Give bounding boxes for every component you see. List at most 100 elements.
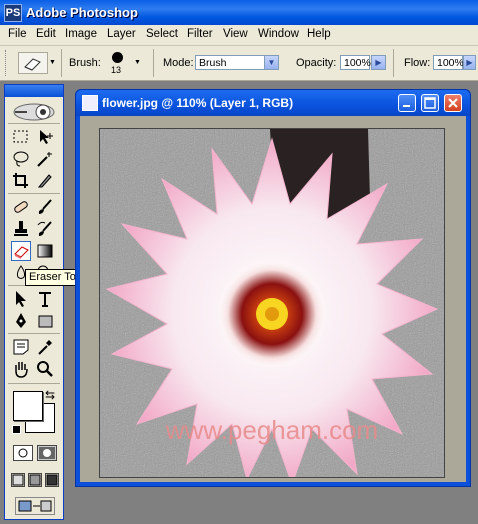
screen-full-icon (46, 474, 58, 486)
note-icon (13, 339, 29, 355)
stamp-icon (14, 221, 28, 236)
magnifier-icon (37, 361, 53, 377)
lasso-tool[interactable] (11, 149, 31, 169)
document-title: flower.jpg @ 110% (Layer 1, RGB) (102, 96, 294, 110)
marquee-tool[interactable] (11, 127, 31, 147)
hand-tool[interactable] (11, 359, 31, 379)
crop-tool[interactable] (11, 171, 31, 191)
maximize-button[interactable] (421, 94, 439, 112)
toolbox-divider (8, 123, 60, 124)
type-icon (39, 292, 51, 307)
toolbox-divider (8, 333, 60, 334)
brush-tip-icon[interactable] (112, 52, 123, 63)
options-bar: ▼ Brush: 13 ▼ Mode: Brush ▼ Opacity: 100… (0, 46, 478, 81)
history-brush-icon (37, 221, 52, 236)
gradient-tool[interactable] (35, 241, 55, 261)
menu-help[interactable]: Help (307, 28, 331, 40)
pen-tool[interactable] (11, 311, 31, 331)
menu-image[interactable]: Image (65, 28, 97, 40)
foreground-color-swatch[interactable] (13, 391, 43, 421)
menu-select[interactable]: Select (146, 28, 178, 40)
magic-wand-tool[interactable] (35, 149, 55, 169)
eye-logo-icon[interactable] (11, 101, 57, 123)
zoom-tool[interactable] (35, 359, 55, 379)
preset-arrow-icon[interactable]: ▼ (49, 59, 56, 66)
flow-input[interactable]: 100% (433, 55, 464, 70)
quick-mask-button[interactable] (37, 445, 57, 461)
menu-bar: File Edit Image Layer Select Filter View… (0, 25, 478, 46)
brush-size: 13 (111, 65, 122, 75)
maximize-icon (424, 97, 436, 109)
move-tool[interactable] (35, 127, 55, 147)
type-tool[interactable] (35, 289, 55, 309)
opacity-slider-arrow-icon[interactable]: ▶ (371, 55, 386, 70)
notes-tool[interactable] (11, 337, 31, 357)
standard-mode-icon (18, 448, 28, 458)
screen-standard-icon (12, 474, 24, 486)
history-brush-tool[interactable] (35, 219, 55, 239)
close-button[interactable] (444, 94, 462, 112)
menu-view[interactable]: View (223, 28, 248, 40)
jump-to-imageready-button[interactable] (15, 497, 55, 515)
swap-colors-icon[interactable]: ⇆ (45, 388, 55, 402)
eyedropper-tool[interactable] (35, 337, 55, 357)
bandage-icon (14, 201, 28, 213)
flower-image: www.pegham.com (100, 129, 444, 477)
screen-full-menu-icon (29, 474, 41, 486)
app-titlebar: PS Adobe Photoshop (0, 0, 478, 25)
minimize-button[interactable] (398, 94, 416, 112)
image-canvas[interactable]: www.pegham.com (99, 128, 445, 478)
rectangle-icon (38, 315, 53, 328)
watermark-text: www.pegham.com (165, 415, 378, 445)
toolbox-divider (8, 383, 60, 384)
document-window: flower.jpg @ 110% (Layer 1, RGB) www.peg… (75, 89, 471, 487)
move-icon (40, 130, 53, 144)
standard-mode-button[interactable] (13, 445, 33, 461)
close-icon (448, 98, 458, 108)
document-titlebar[interactable]: flower.jpg @ 110% (Layer 1, RGB) (76, 90, 470, 116)
photoshop-logo-icon: PS (4, 4, 22, 22)
shape-tool[interactable] (35, 311, 55, 331)
pen-icon (16, 313, 26, 328)
lasso-icon (13, 151, 29, 167)
options-divider (393, 49, 394, 77)
menu-layer[interactable]: Layer (107, 28, 136, 40)
hand-icon (15, 362, 28, 378)
marquee-icon (13, 130, 28, 143)
flow-slider-arrow-icon[interactable]: ▶ (463, 55, 476, 70)
screen-mode-full-menu[interactable] (28, 473, 42, 487)
screen-mode-standard[interactable] (11, 473, 25, 487)
screen-mode-full[interactable] (45, 473, 59, 487)
toolbox-divider (8, 193, 60, 194)
menu-window[interactable]: Window (258, 28, 299, 40)
toolbox-header[interactable] (5, 85, 63, 97)
brush-label: Brush: (69, 57, 101, 69)
eyedropper-icon (38, 340, 52, 355)
default-colors-icon[interactable] (12, 425, 21, 434)
app-title: Adobe Photoshop (26, 5, 138, 20)
toolbox: ⇆ (4, 84, 64, 520)
slice-icon (37, 174, 52, 188)
paintbrush-icon (38, 199, 52, 214)
opacity-input[interactable]: 100% (340, 55, 371, 70)
document-icon[interactable] (82, 95, 98, 111)
healing-brush-tool[interactable] (11, 197, 31, 217)
options-grip[interactable] (5, 50, 9, 76)
tool-preset-picker[interactable] (18, 52, 48, 74)
menu-edit[interactable]: Edit (36, 28, 56, 40)
menu-file[interactable]: File (8, 28, 27, 40)
brush-picker-arrow-icon[interactable]: ▼ (134, 59, 141, 66)
opacity-label: Opacity: (296, 57, 337, 69)
minimize-icon (403, 105, 410, 107)
menu-filter[interactable]: Filter (187, 28, 213, 40)
mode-dropdown-icon[interactable]: ▼ (264, 55, 279, 70)
eraser-tool[interactable] (11, 241, 31, 261)
options-divider (153, 49, 154, 77)
options-divider (61, 49, 62, 77)
document-client-area: www.pegham.com (80, 116, 466, 482)
brush-tool[interactable] (35, 197, 55, 217)
path-selection-tool[interactable] (11, 289, 31, 309)
clone-stamp-tool[interactable] (11, 219, 31, 239)
quick-mask-icon (39, 447, 55, 459)
slice-tool[interactable] (35, 171, 55, 191)
